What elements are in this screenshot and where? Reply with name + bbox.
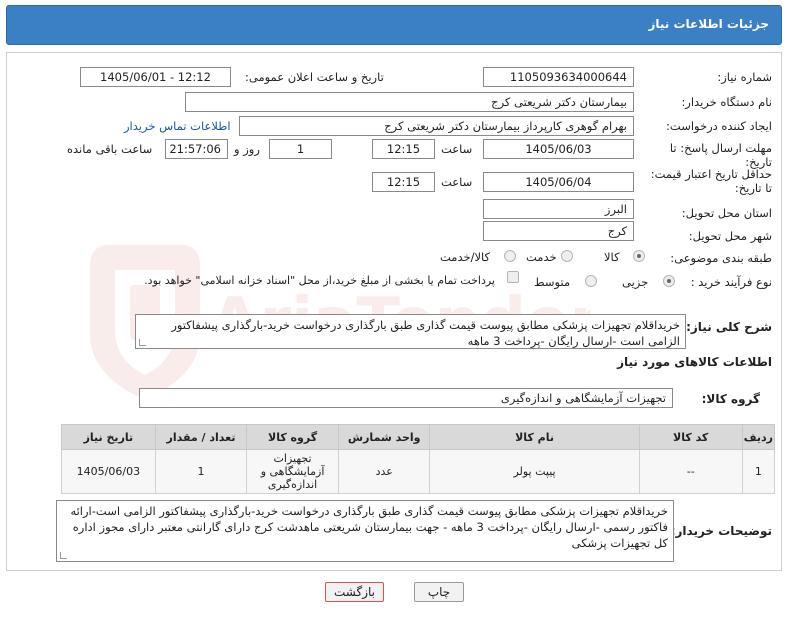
col-name: نام کالا bbox=[429, 424, 640, 450]
cell-unit: عدد bbox=[337, 449, 431, 494]
creator-field: بهرام گوهری کارپرداز بیمارستان دکتر شریع… bbox=[239, 116, 634, 136]
creator-label: ایجاد کننده درخواست: bbox=[666, 119, 772, 133]
process-label: نوع فرآیند خرید : bbox=[690, 275, 772, 289]
category-radio-service[interactable] bbox=[561, 250, 573, 262]
col-date: تاریخ نیاز bbox=[61, 424, 156, 450]
deadline-time-label: ساعت bbox=[441, 142, 473, 156]
validity-date-field: 1405/06/04 bbox=[483, 172, 634, 192]
cell-qty: 1 bbox=[154, 449, 248, 494]
col-code: کد کالا bbox=[638, 424, 743, 450]
table-row: 1 -- پیپت پولر عدد تجهیزات آزمایشگاهی و … bbox=[61, 449, 776, 494]
process-option-minor: جزیی bbox=[622, 275, 649, 289]
buyer-notes-text: خریداقلام تجهیزات پزشکی مطابق پیوست قیمت… bbox=[70, 504, 668, 550]
province-label: استان محل تحویل: bbox=[681, 206, 772, 220]
back-button[interactable]: بازگشت bbox=[325, 582, 384, 602]
cell-date: 1405/06/03 bbox=[61, 449, 156, 494]
category-option-goods: کالا bbox=[604, 250, 620, 264]
resize-handle-icon[interactable] bbox=[60, 552, 67, 559]
buyer-contact-link[interactable]: اطلاعات تماس خریدار bbox=[124, 119, 231, 133]
deadline-date-field: 1405/06/03 bbox=[483, 139, 634, 159]
validity-label: حداقل تاریخ اعتبار قیمت: bbox=[650, 167, 772, 181]
days-label: روز و bbox=[234, 142, 260, 156]
goods-table-header: ردیف کد کالا نام کالا واحد شمارش گروه کا… bbox=[61, 424, 776, 450]
announce-date-field: 1405/06/01 - 12:12 bbox=[80, 67, 231, 87]
remaining-days-field: 1 bbox=[269, 139, 332, 159]
summary-textarea: خریداقلام تجهیزات پزشکی مطابق پیوست قیمت… bbox=[135, 314, 686, 349]
goods-section-title: اطلاعات کالاهای مورد نیاز bbox=[617, 355, 772, 369]
col-qty: تعداد / مقدار bbox=[154, 424, 248, 450]
page-title: جزئیات اطلاعات نیاز bbox=[648, 17, 769, 31]
buyer-notes-label: توضیحات خریدار: bbox=[670, 524, 772, 538]
need-number-label: شماره نیاز: bbox=[717, 70, 772, 84]
buyer-field: بیمارستان دکتر شریعتی کرج bbox=[185, 92, 634, 112]
cell-row: 1 bbox=[741, 449, 776, 494]
province-field: البرز bbox=[483, 199, 634, 219]
page-header: جزئیات اطلاعات نیاز bbox=[6, 5, 782, 45]
goods-group-label: گروه کالا: bbox=[701, 392, 760, 406]
validity-time-field: 12:15 bbox=[372, 172, 435, 192]
col-row: ردیف bbox=[741, 424, 776, 450]
treasury-payment-checkbox[interactable] bbox=[507, 271, 519, 283]
print-button[interactable]: چاپ bbox=[414, 582, 464, 602]
col-unit: واحد شمارش bbox=[337, 424, 431, 450]
category-label: طبقه بندی موضوعی: bbox=[670, 251, 772, 265]
goods-group-field: تجهیزات آزمایشگاهی و اندازه‌گیری bbox=[139, 388, 673, 408]
city-field: کرج bbox=[483, 221, 634, 241]
category-radio-goods[interactable] bbox=[633, 250, 645, 262]
resize-handle-icon[interactable] bbox=[139, 339, 146, 346]
category-option-goods-service: کالا/خدمت bbox=[440, 250, 491, 264]
cell-group: تجهیزات آزمایشگاهی و اندازه‌گیری bbox=[246, 449, 339, 494]
validity-time-label: ساعت bbox=[441, 175, 473, 189]
process-radio-minor[interactable] bbox=[663, 275, 675, 287]
remaining-label: ساعت باقی مانده bbox=[67, 142, 153, 156]
city-label: شهر محل تحویل: bbox=[688, 229, 772, 243]
cell-name: پیپت پولر bbox=[429, 449, 640, 494]
treasury-payment-note: پرداخت تمام یا بخشی از مبلغ خرید،از محل … bbox=[144, 274, 495, 287]
category-option-service: خدمت bbox=[526, 250, 557, 264]
summary-label: شرح کلی نیاز: bbox=[686, 320, 772, 334]
need-number-field: 1105093634000644 bbox=[483, 67, 634, 87]
buyer-notes-textarea: خریداقلام تجهیزات پزشکی مطابق پیوست قیمت… bbox=[56, 500, 674, 562]
announce-date-label: تاریخ و ساعت اعلان عمومی: bbox=[245, 70, 384, 84]
deadline-label: مهلت ارسال پاسخ: تا bbox=[669, 141, 772, 155]
process-option-medium: متوسط bbox=[534, 275, 571, 289]
process-radio-medium[interactable] bbox=[585, 275, 597, 287]
cell-code: -- bbox=[638, 449, 743, 494]
col-group: گروه کالا bbox=[246, 424, 339, 450]
validity-label-2: تا تاریخ: bbox=[734, 181, 772, 195]
category-radio-goods-service[interactable] bbox=[504, 250, 516, 262]
goods-table: ردیف کد کالا نام کالا واحد شمارش گروه کا… bbox=[61, 424, 776, 494]
summary-text: خریداقلام تجهیزات پزشکی مطابق پیوست قیمت… bbox=[171, 318, 680, 348]
buyer-label: نام دستگاه خریدار: bbox=[681, 95, 772, 109]
deadline-time-field: 12:15 bbox=[372, 139, 435, 159]
remaining-time-field: 21:57:06 bbox=[165, 139, 228, 159]
